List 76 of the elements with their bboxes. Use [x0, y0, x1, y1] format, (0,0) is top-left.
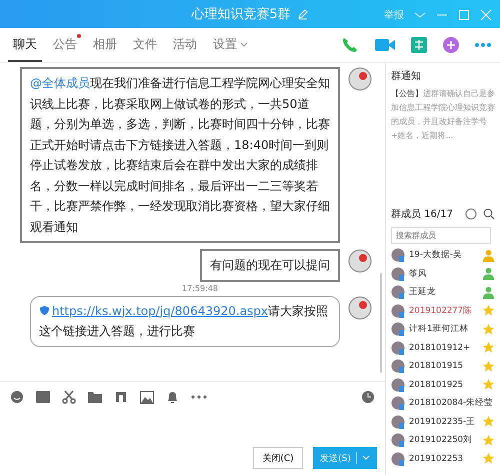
- message-bubble: https://ks.wjx.top/jq/80643920.aspx请大家按照这个链接进入答题，进行比赛: [30, 296, 340, 346]
- tab[interactable]: 活动: [168, 28, 202, 62]
- member-name: 王延龙: [409, 286, 437, 298]
- tab[interactable]: 设置: [208, 28, 253, 62]
- chevron-icon[interactable]: [414, 10, 426, 20]
- member-name: 2018101912+: [409, 342, 472, 353]
- avatar-icon: [348, 67, 372, 91]
- avatar-icon: [391, 452, 405, 466]
- member-name: 2019102277陈: [409, 304, 474, 317]
- member-item[interactable]: 计科1班何江林: [391, 320, 495, 338]
- avatar-icon: [391, 433, 405, 448]
- member-item[interactable]: 王延龙: [391, 283, 495, 302]
- more-icon[interactable]: [474, 42, 492, 48]
- avatar-icon: [391, 359, 405, 374]
- message-bubble: 有问题的现在可以提问: [200, 249, 340, 282]
- image-icon[interactable]: [140, 390, 154, 404]
- avatar-icon: [391, 396, 405, 410]
- edit-icon[interactable]: [296, 8, 309, 20]
- avatar-icon: [348, 249, 372, 273]
- search-icon[interactable]: [483, 208, 495, 220]
- tab[interactable]: 相册: [88, 28, 122, 62]
- notice-text[interactable]: 【公告】进群请确认自己是参加信息工程学院心理知识竞赛的成员，并且改好备注学号+姓名，近期将...: [391, 87, 495, 187]
- member-item[interactable]: 2019102253: [391, 450, 495, 468]
- emoji-icon[interactable]: [10, 390, 24, 404]
- tab[interactable]: 聊天: [8, 28, 42, 62]
- member-name: 19-大数据-吴: [409, 249, 463, 262]
- shield-icon: [39, 304, 50, 316]
- member-name: 2019102253: [409, 454, 464, 464]
- member-name: 2018102084-朱经莹: [409, 397, 494, 410]
- message-time: 17:59:48: [181, 284, 219, 292]
- member-name: 2018101915: [409, 361, 464, 372]
- close-button[interactable]: 关闭(C): [253, 447, 303, 469]
- folder-icon[interactable]: [88, 391, 102, 403]
- member-search-field[interactable]: 搜索群成员: [391, 227, 491, 244]
- member-name: 2019102235-王: [409, 416, 476, 428]
- avatar-icon: [391, 266, 405, 281]
- bell-icon[interactable]: [166, 390, 179, 404]
- member-name: 2019102250刘: [409, 434, 474, 446]
- member-item[interactable]: 2019102235-王: [391, 412, 495, 431]
- tab[interactable]: 公告: [48, 28, 82, 62]
- member-name: 计科1班何江林: [409, 323, 470, 336]
- tab[interactable]: 文件: [128, 28, 162, 62]
- avatar-icon: [391, 248, 405, 262]
- avatar-icon: [348, 296, 372, 320]
- member-name: 筝风: [409, 268, 428, 280]
- member-item[interactable]: 2018102084-朱经莹: [391, 394, 495, 412]
- avatar-icon: [391, 285, 405, 300]
- avatar-icon: [391, 304, 405, 318]
- avatar-icon: [391, 414, 405, 429]
- video-call-icon[interactable]: [374, 36, 396, 54]
- caret-icon[interactable]: [240, 42, 248, 48]
- avatar-icon: [391, 322, 405, 336]
- members-title: 群成员 16/17: [391, 208, 453, 221]
- member-name: 2018101925: [409, 380, 464, 390]
- avatar-icon: [391, 378, 405, 392]
- phone-icon[interactable]: [340, 35, 360, 55]
- window-title: 心理知识竞赛5群: [191, 6, 291, 23]
- clock-icon[interactable]: [361, 390, 375, 404]
- member-item[interactable]: 2019102277陈: [391, 302, 495, 320]
- notice-title: 群通知: [391, 70, 422, 83]
- member-item[interactable]: 2018101912+: [391, 338, 495, 357]
- notification-dot: [77, 34, 81, 38]
- more-icon[interactable]: [191, 395, 207, 399]
- member-item[interactable]: 2018101925: [391, 376, 495, 394]
- member-item[interactable]: 2018101915: [391, 357, 495, 376]
- close-icon[interactable]: [480, 9, 492, 21]
- add-app-icon[interactable]: [442, 36, 460, 54]
- avatar-icon: [391, 340, 405, 355]
- scissors-icon[interactable]: [62, 390, 76, 404]
- maximize-icon[interactable]: [458, 9, 470, 21]
- scrollbar[interactable]: [380, 273, 382, 373]
- member-item[interactable]: 2019102250刘: [391, 431, 495, 450]
- link[interactable]: https://ks.wjx.top/jq/80643920.aspx: [52, 304, 268, 318]
- member-item[interactable]: 筝风: [391, 264, 495, 283]
- message-bubble: @全体成员现在我们准备进行信息工程学院网心理安全知识线上比赛，比赛采取网上做试卷的形式，一共50道题，分别为单选，多选，判断，比赛时间四十分钟，比赛正式开始时请点击下方链接进入答题，18:40时间一到则停止试卷发放，比赛结束后会在群中发出大家的成绩排名，分数一样以完成时间排名，最后评出一二三等奖若干，比赛严禁作弊，一经发现取消比赛资格，望大家仔细观看通知: [20, 67, 340, 243]
- member-item[interactable]: 19-大数据-吴: [391, 246, 495, 264]
